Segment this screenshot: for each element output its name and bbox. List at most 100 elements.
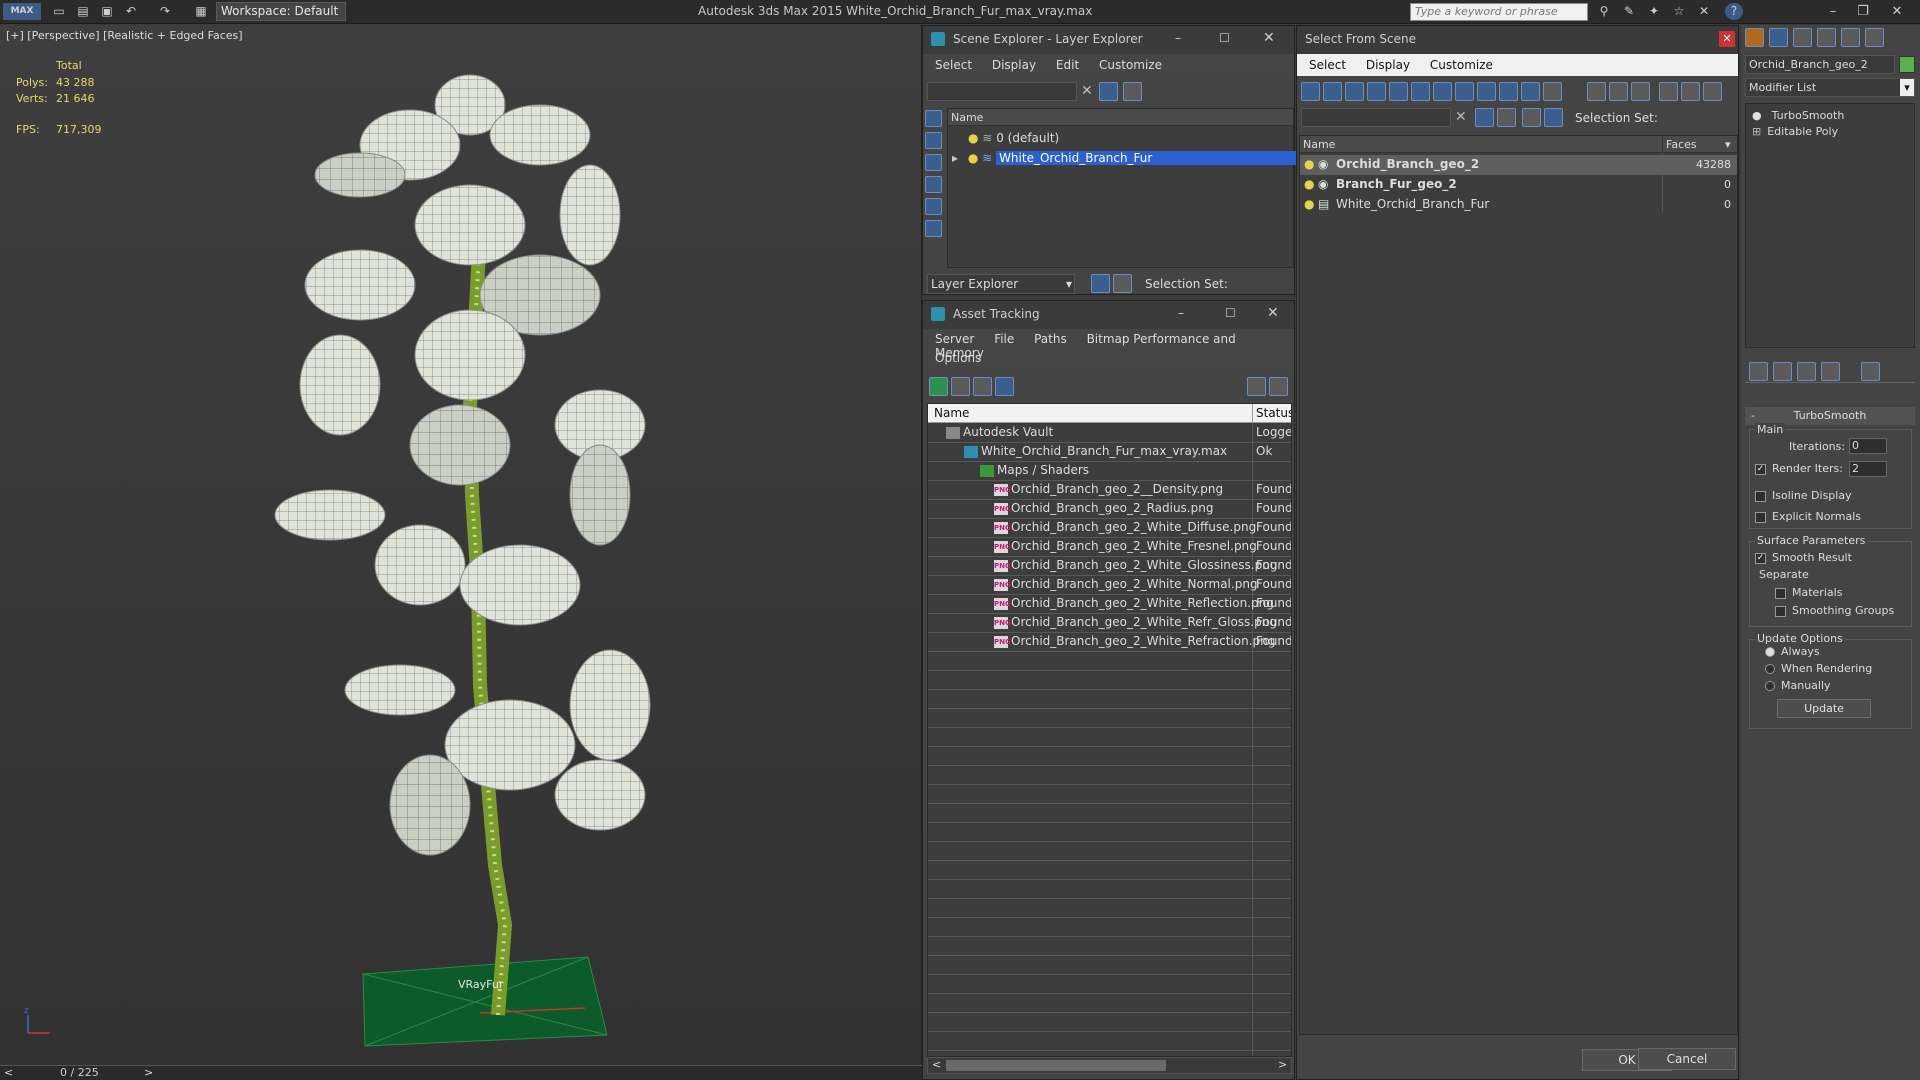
manually-row[interactable]: Manually — [1765, 679, 1831, 692]
filter-icon[interactable] — [1099, 82, 1118, 101]
object-row[interactable]: ● ◉ Orchid_Branch_geo_2 43288 — [1300, 155, 1737, 175]
display-geometry-icon[interactable] — [925, 110, 942, 127]
close-button[interactable]: ✕ — [1719, 31, 1735, 47]
explorer-type-dropdown[interactable]: Layer Explorer ▾ — [927, 274, 1075, 294]
display-containers-icon[interactable] — [1499, 82, 1518, 101]
layer-row[interactable]: ● ≋ 0 (default) — [968, 129, 1288, 148]
explicit-normals-checkbox[interactable] — [1755, 511, 1766, 523]
show-end-result-icon[interactable] — [1773, 362, 1792, 381]
asset-row[interactable]: PNGOrchid_Branch_geo_2_White_Glossiness.… — [928, 556, 1291, 575]
star-icon[interactable]: ☆ — [1670, 3, 1688, 20]
menu-server[interactable]: Server — [935, 332, 974, 346]
iterations-spinner[interactable]: 0 — [1849, 438, 1887, 454]
asset-row[interactable]: White_Orchid_Branch_Fur_max_vray.max Ok — [928, 442, 1291, 461]
display-frozen-icon[interactable] — [1521, 82, 1540, 101]
display-hidden-icon[interactable] — [1543, 82, 1562, 101]
smoothing-groups-row[interactable]: Smoothing Groups — [1775, 604, 1894, 617]
display-lights-icon[interactable] — [925, 154, 942, 171]
render-iters-row[interactable]: ✓ Render Iters: — [1755, 462, 1843, 475]
layer-tools-icon[interactable] — [1123, 82, 1142, 101]
object-row[interactable]: ● ◉ Branch_Fur_geo_2 0 — [1300, 175, 1737, 195]
lightbulb-icon[interactable]: ● — [1752, 109, 1762, 122]
expand-icon[interactable]: ⊞ — [1752, 125, 1761, 138]
display-helpers-icon[interactable] — [1389, 82, 1408, 101]
column-header-name[interactable]: Name — [1303, 136, 1335, 153]
display-geometry-icon[interactable] — [1301, 82, 1320, 101]
prev-frame-icon[interactable]: < — [4, 1066, 13, 1079]
redo-icon[interactable]: ↷ — [156, 3, 174, 20]
minimize-button[interactable]: – — [1175, 31, 1181, 45]
close-x-icon[interactable]: ✕ — [1695, 3, 1713, 20]
always-row[interactable]: Always — [1765, 645, 1820, 658]
smooth-result-row[interactable]: ✓ Smooth Result — [1755, 551, 1852, 564]
create-tab-icon[interactable] — [1745, 28, 1764, 47]
materials-checkbox[interactable] — [1775, 587, 1786, 599]
menu-edit[interactable]: Edit — [1056, 58, 1079, 72]
scene-search-input[interactable] — [927, 82, 1077, 101]
column-header-name[interactable]: Name — [934, 406, 969, 420]
display-xrefs-icon[interactable] — [1455, 82, 1474, 101]
workspace-dropdown[interactable]: Workspace: Default▾ — [216, 2, 346, 35]
menu-customize[interactable]: Customize — [1099, 58, 1162, 72]
object-name-field[interactable]: Orchid_Branch_geo_2 — [1745, 55, 1895, 74]
list-view-icon[interactable] — [951, 377, 970, 396]
maximize-button[interactable]: ❐ — [1852, 3, 1874, 21]
asset-row[interactable]: PNGOrchid_Branch_geo_2_White_Diffuse.png… — [928, 518, 1291, 537]
layer-manager-icon[interactable] — [1091, 274, 1110, 293]
perspective-viewport[interactable]: [+] [Perspective] [Realistic + Edged Fac… — [0, 25, 922, 1065]
lightbulb-icon[interactable]: ● — [1304, 175, 1314, 194]
next-frame-icon[interactable]: > — [144, 1066, 153, 1079]
scroll-thumb[interactable] — [946, 1060, 1166, 1071]
hierarchy-icon[interactable] — [1113, 274, 1132, 293]
menu-display[interactable]: Display — [992, 58, 1036, 72]
make-unique-icon[interactable] — [1797, 362, 1816, 381]
display-bones-icon[interactable] — [1477, 82, 1496, 101]
column-header-status[interactable]: Status — [1256, 406, 1291, 420]
asset-row[interactable]: PNGOrchid_Branch_geo_2_White_Refraction.… — [928, 632, 1291, 651]
display-shapes-icon[interactable] — [1323, 82, 1342, 101]
modify-tab-icon[interactable] — [1769, 28, 1788, 47]
object-row[interactable]: ● ▤ White_Orchid_Branch_Fur 0 — [1300, 195, 1737, 215]
update-button[interactable]: Update — [1777, 699, 1871, 718]
materials-row[interactable]: Materials — [1775, 586, 1842, 599]
asset-row[interactable]: PNGOrchid_Branch_geo_2_White_Reflection.… — [928, 594, 1291, 613]
column-header-name[interactable]: Name — [948, 109, 1293, 126]
table-view-icon[interactable] — [995, 377, 1014, 396]
lightbulb-icon[interactable]: ● — [968, 131, 978, 145]
expand-arrow-icon[interactable]: ▸ — [952, 151, 958, 165]
always-radio[interactable] — [1765, 647, 1775, 657]
close-button[interactable]: ✕ — [1886, 3, 1908, 21]
when-rendering-row[interactable]: When Rendering — [1765, 662, 1872, 675]
scene-explorer-titlebar[interactable]: Scene Explorer - Layer Explorer – ☐ ✕ — [923, 26, 1294, 54]
cancel-button[interactable]: Cancel — [1638, 1048, 1736, 1070]
tools-icon[interactable]: ✎ — [1620, 3, 1638, 20]
layer-manager-icon[interactable] — [1522, 108, 1541, 127]
menu-customize[interactable]: Customize — [1430, 58, 1493, 72]
hierarchy-tab-icon[interactable] — [1793, 28, 1812, 47]
select-titlebar[interactable]: Select From Scene ✕ — [1297, 26, 1738, 54]
display-shapes-icon[interactable] — [925, 132, 942, 149]
filter-icon[interactable] — [1475, 108, 1494, 127]
display-cameras-icon[interactable] — [1367, 82, 1386, 101]
menu-paths[interactable]: Paths — [1034, 332, 1067, 346]
asset-row[interactable]: PNGOrchid_Branch_geo_2__Density.png Found — [928, 480, 1291, 499]
asset-row[interactable]: Autodesk Vault Logged — [928, 423, 1291, 442]
close-button[interactable]: ✕ — [1263, 30, 1275, 46]
object-color-swatch[interactable] — [1899, 56, 1915, 73]
remove-modifier-icon[interactable] — [1821, 362, 1840, 381]
minimize-button[interactable]: – — [1178, 306, 1184, 320]
asset-tracking-titlebar[interactable]: Asset Tracking – ☐ ✕ — [923, 301, 1294, 329]
asset-row[interactable]: PNGOrchid_Branch_geo_2_White_Fresnel.png… — [928, 537, 1291, 556]
stack-item-editable-poly[interactable]: ⊞ Editable Poly — [1752, 122, 1838, 141]
render-iters-spinner[interactable]: 2 — [1849, 461, 1887, 477]
refresh-icon[interactable] — [929, 377, 948, 396]
scroll-right-icon[interactable]: > — [1278, 1058, 1287, 1071]
asset-row[interactable]: PNGOrchid_Branch_geo_2_Radius.png Found — [928, 499, 1291, 518]
select-none-icon[interactable] — [1609, 82, 1628, 101]
options-icon[interactable] — [1703, 82, 1722, 101]
asset-row[interactable]: PNGOrchid_Branch_geo_2_White_Normal.png F… — [928, 575, 1291, 594]
lightbulb-icon[interactable]: ● — [1304, 155, 1314, 174]
column-header-faces[interactable]: Faces — [1666, 136, 1697, 153]
clear-search-icon[interactable]: ✕ — [1455, 109, 1467, 125]
lightbulb-icon[interactable]: ● — [968, 151, 978, 165]
